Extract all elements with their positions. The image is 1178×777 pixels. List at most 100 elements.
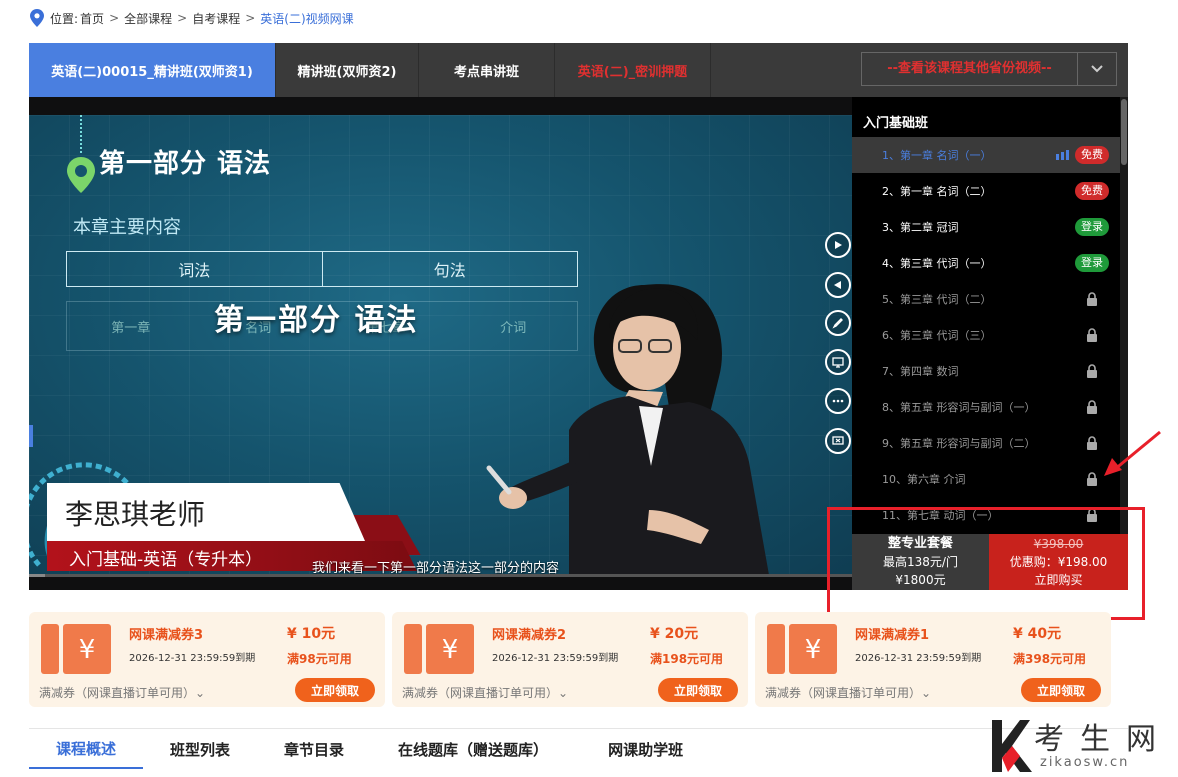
lock-icon — [1087, 292, 1097, 306]
chevron-down-icon — [1078, 65, 1116, 73]
video-overlay-title: 第一部分 语法 — [214, 303, 419, 338]
coupon-type-toggle[interactable]: 满减券（网课直播订单可用）⌄ — [765, 684, 931, 701]
k-logo-icon — [992, 720, 1032, 772]
chapter-item[interactable]: 8、第五章 形容词与副词（一） — [852, 389, 1128, 425]
tab-jingjiang-2[interactable]: 精讲班(双师资2) — [276, 43, 419, 97]
yuan-ticket-icon: ¥ — [41, 624, 111, 674]
course-tab-bar: 英语(二)00015_精讲班(双师资1) 精讲班(双师资2) 考点串讲班 英语(… — [29, 43, 1128, 97]
coupon-type-toggle[interactable]: 满减券（网课直播订单可用）⌄ — [402, 684, 568, 701]
chapter-item[interactable]: 4、第三章 代词（一） 登录 — [852, 245, 1128, 281]
tab-overview[interactable]: 课程概述 — [29, 729, 144, 769]
watermark-en: zikaosw.cn — [1040, 755, 1130, 770]
svg-text:¥: ¥ — [442, 635, 459, 665]
claim-coupon-button[interactable]: 立即领取 — [1021, 678, 1101, 702]
chapter-label: 2、第一章 名词（二） — [882, 185, 992, 198]
video-progress-bar[interactable] — [29, 574, 852, 577]
course-subtitle: 入门基础-英语（专升本） — [69, 550, 263, 570]
chapter-item[interactable]: 7、第四章 数词 — [852, 353, 1128, 389]
play-icon[interactable] — [825, 232, 851, 258]
coupon-card: ¥ 网课满减券2 2026-12-31 23:59:59到期 ¥ 20元满198元可用… — [392, 612, 748, 707]
tab-study-class[interactable]: 网课助学班 — [608, 729, 683, 769]
chapter-label: 1、第一章 名词（一） — [882, 149, 992, 162]
yuan-ticket-icon: ¥ — [767, 624, 837, 674]
chapter-label: 6、第三章 代词（三） — [882, 329, 992, 342]
slide-table-cell: 词法 — [178, 261, 211, 280]
teacher-name: 李思琪老师 — [65, 498, 206, 531]
breadcrumb: 位置: 首页 > 全部课程 > 自考课程 > 英语(二)视频网课 — [30, 8, 354, 28]
slide-part-title: 第一部分 语法 — [99, 149, 272, 179]
tab-mixun[interactable]: 英语(二)_密训押题 — [555, 43, 711, 97]
drop-pin-icon — [67, 157, 95, 193]
video-frame: 第一部分 语法 本章主要内容 词法 句法 第一章 名词 第七章 介词 第一部分 … — [29, 115, 852, 575]
coupon-name: 网课满减券1 — [855, 628, 930, 643]
chapter-list-header: 入门基础班 — [863, 116, 929, 131]
login-badge[interactable]: 登录 — [1075, 218, 1109, 236]
watermark-cn: 考生网 — [1034, 722, 1172, 757]
claim-coupon-button[interactable]: 立即领取 — [295, 678, 375, 702]
chapter-list: 入门基础班 1、第一章 名词（一） 免费 2、第一章 名词（二） 免费 3、第二章 冠词… — [852, 97, 1128, 534]
tab-jingjiang-1[interactable]: 英语(二)00015_精讲班(双师资1) — [29, 43, 276, 97]
other-provinces-dropdown[interactable]: --查看该课程其他省份视频-- — [861, 52, 1117, 86]
location-pin-icon — [30, 9, 44, 27]
free-badge[interactable]: 免费 — [1075, 146, 1109, 164]
coupon-condition: 满198元可用 — [650, 652, 724, 666]
chapter-label: 5、第三章 代词（二） — [882, 293, 992, 306]
yuan-ticket-icon: ¥ — [404, 624, 474, 674]
chapter-label: 9、第五章 形容词与副词（二） — [882, 437, 1036, 450]
chapter-item[interactable]: 6、第三章 代词（三） — [852, 317, 1128, 353]
back-icon[interactable] — [825, 272, 851, 298]
coupon-amount: ¥ 20元 — [650, 626, 699, 642]
coupon-type-toggle[interactable]: 满减券（网课直播订单可用）⌄ — [39, 684, 205, 701]
annotation-box — [827, 507, 1145, 620]
screen-off-icon[interactable] — [825, 428, 851, 454]
breadcrumb-home[interactable]: 首页 — [80, 10, 104, 27]
coupon-card: ¥ 网课满减券3 2026-12-31 23:59:59到期 ¥ 10元满98元可用满… — [29, 612, 385, 707]
claim-coupon-button[interactable]: 立即领取 — [658, 678, 738, 702]
chapter-label: 7、第四章 数词 — [882, 365, 959, 378]
coupon-amount: ¥ 10元 — [287, 626, 336, 642]
breadcrumb-separator: > — [245, 11, 256, 25]
tab-kaodian[interactable]: 考点串讲班 — [419, 43, 555, 97]
chapter-item[interactable]: 9、第五章 形容词与副词（二） — [852, 425, 1128, 461]
chapter-label: 8、第五章 形容词与副词（一） — [882, 401, 1036, 414]
chapter-item[interactable]: 5、第三章 代词（二） — [852, 281, 1128, 317]
breadcrumb-current: 英语(二)视频网课 — [260, 11, 354, 26]
coupon-expiry: 2026-12-31 23:59:59到期 — [492, 653, 619, 664]
free-badge[interactable]: 免费 — [1075, 182, 1109, 200]
coupon-condition: 满98元可用 — [287, 652, 352, 666]
breadcrumb-separator: > — [177, 11, 188, 25]
coupon-name: 网课满减券3 — [129, 628, 204, 643]
video-player[interactable]: 第一部分 语法 本章主要内容 词法 句法 第一章 名词 第七章 介词 第一部分 … — [29, 97, 852, 590]
coupon-card: ¥ 网课满减券1 2026-12-31 23:59:59到期 ¥ 40元 满398元可用… — [755, 612, 1111, 707]
lock-icon — [1087, 436, 1097, 450]
lock-icon — [1087, 328, 1097, 342]
breadcrumb-self-study[interactable]: 自考课程 — [192, 10, 240, 27]
screen-icon[interactable] — [825, 349, 851, 375]
chapter-item[interactable]: 10、第六章 介词 — [852, 461, 1128, 497]
playing-bars-icon — [1056, 150, 1069, 160]
slide-chapter-main: 本章主要内容 — [73, 217, 181, 238]
other-provinces-label: --查看该课程其他省份视频-- — [862, 53, 1078, 85]
coupon-name: 网课满减券2 — [492, 628, 567, 643]
watermark-logo: 考生网 zikaosw.cn — [988, 712, 1178, 777]
tab-chapters[interactable]: 章节目录 — [284, 729, 344, 769]
chapter-item[interactable]: 1、第一章 名词（一） 免费 — [852, 137, 1128, 173]
presenter-figure — [486, 284, 769, 575]
coupon-expiry: 2026-12-31 23:59:59到期 — [129, 653, 256, 664]
tab-question-bank[interactable]: 在线题库（赠送题库） — [398, 729, 548, 769]
login-badge[interactable]: 登录 — [1075, 254, 1109, 272]
breadcrumb-prefix: 位置: — [50, 11, 79, 26]
teacher-nameplate: 李思琪老师 — [47, 483, 365, 541]
chapter-item[interactable]: 3、第二章 冠词 登录 — [852, 209, 1128, 245]
chapter-item[interactable]: 2、第一章 名词（二） 免费 — [852, 173, 1128, 209]
annotation-arrow-icon — [1104, 430, 1161, 476]
breadcrumb-separator: > — [109, 11, 120, 25]
more-icon[interactable] — [825, 388, 851, 414]
svg-text:¥: ¥ — [79, 635, 96, 665]
tab-class-list[interactable]: 班型列表 — [170, 729, 230, 769]
coupon-expiry: 2026-12-31 23:59:59到期 — [855, 653, 982, 664]
decor-line — [80, 115, 82, 153]
pen-icon[interactable] — [825, 310, 851, 336]
breadcrumb-all-courses[interactable]: 全部课程 — [124, 10, 172, 27]
slide-table-cell: 第一章 — [111, 320, 151, 336]
